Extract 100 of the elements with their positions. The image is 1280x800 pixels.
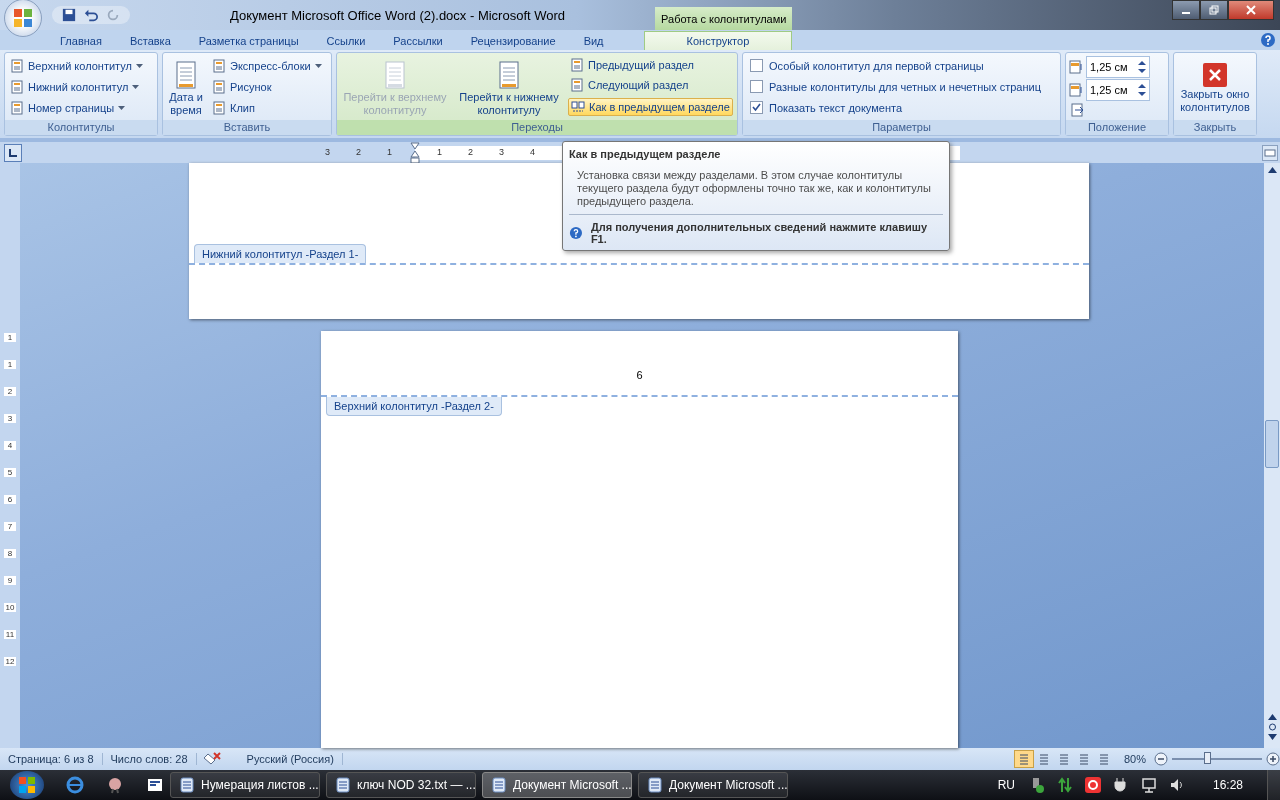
close-icon (1202, 61, 1228, 88)
spin-field[interactable]: 1,25 см (1086, 79, 1150, 102)
ribbon-tab[interactable]: Рецензирование (456, 32, 570, 50)
app-icon (335, 777, 351, 793)
save-icon[interactable] (62, 8, 76, 22)
power-plug-icon[interactable] (1112, 777, 1129, 793)
page-view-icon (1037, 753, 1050, 765)
volume-icon[interactable] (1168, 777, 1185, 793)
ribbon-button[interactable]: Нижний колонтитул (8, 78, 145, 95)
taskbar-button[interactable]: Документ Microsoft ... (482, 772, 632, 798)
taskbar-button[interactable]: Документ Microsoft ... (638, 772, 788, 798)
office-button[interactable] (4, 0, 42, 37)
ribbon-tab[interactable]: Главная (46, 32, 116, 50)
ribbon-tab[interactable]: Рассылки (379, 32, 457, 50)
undo-icon[interactable] (84, 8, 98, 22)
network-arrows-icon[interactable] (1056, 777, 1073, 793)
document-icon (10, 79, 24, 94)
taskbar-button[interactable]: Нумерация листов ... (170, 772, 320, 798)
window-title: Документ Microsoft Office Word (2).docx - Microsoft Word (230, 7, 566, 23)
clock[interactable]: 16:28 (1212, 778, 1243, 792)
ribbon-tab[interactable]: Вид (569, 32, 618, 50)
document-icon (570, 78, 584, 93)
ruler-number: 3 (499, 146, 504, 157)
ribbon-button[interactable]: Клип (210, 99, 324, 116)
restore-button[interactable] (1200, 0, 1228, 20)
document-icon (10, 58, 24, 73)
spin-field[interactable]: 1,25 см (1086, 55, 1150, 78)
ruler-number: 2 (4, 387, 16, 396)
footer-label: Нижний колонтитул -Раздел 1- (194, 244, 367, 263)
ruler-number: 4 (4, 441, 16, 450)
ribbon-button[interactable]: Предыдущий раздел (568, 57, 733, 74)
minimize-icon (1182, 12, 1190, 14)
antivirus-icon[interactable] (1084, 777, 1101, 793)
document-icon (212, 100, 226, 115)
ribbon-large-button[interactable]: Дата и время (166, 56, 206, 117)
ruler-number: 2 (468, 146, 473, 157)
align-tab-icon[interactable] (1071, 103, 1085, 118)
windows-logo-icon (18, 776, 36, 794)
help-icon[interactable] (1260, 32, 1276, 48)
ribbon-tab[interactable]: Разметка страницы (184, 32, 313, 50)
close-header-footer-button[interactable]: Закрыть окно колонтитулов (1177, 59, 1253, 114)
taskbar-button[interactable]: ключ NOD 32.txt — ... (326, 772, 476, 798)
spin-arrows-icon (1137, 58, 1146, 75)
scroll-up-icon (1267, 167, 1277, 173)
ruler-number: 12 (4, 657, 16, 666)
ruler-number: 1 (4, 333, 16, 342)
ruler-number: 4 (530, 146, 535, 157)
language-status[interactable]: Русский (Россия) (226, 753, 343, 765)
checkbox-label: Особый колонтитул для первой страницы (769, 59, 984, 72)
caret-icon (135, 63, 143, 68)
zoom-out-icon[interactable] (1154, 752, 1168, 766)
app-icon (647, 777, 663, 793)
tooltip-text: Установка связи между разделами. В этом случае колонтитулы текущего раздела будут оформлены точно так же, как и колонтитулы предыдущего раздела. (576, 169, 932, 208)
caret-icon (314, 63, 322, 68)
checkbox[interactable] (750, 59, 763, 72)
group-label: Положение (1066, 120, 1168, 135)
status-text[interactable]: Страница: 6 из 8 (0, 753, 103, 765)
tab-stop-selector[interactable] (4, 143, 22, 162)
ruler-number: 7 (4, 522, 16, 531)
office-logo-icon (12, 7, 34, 29)
document-icon (570, 58, 584, 73)
start-button[interactable] (10, 771, 44, 799)
checkbox[interactable] (750, 80, 763, 93)
minimize-button[interactable] (1172, 0, 1200, 20)
browser-icon[interactable] (66, 776, 84, 794)
ribbon-large-button[interactable]: Перейти к нижнему колонтитулу (454, 56, 564, 117)
vertical-scrollbar[interactable] (1264, 163, 1280, 748)
status-text[interactable]: Число слов: 28 (102, 753, 197, 765)
ribbon-button[interactable]: Экспресс-блоки (210, 57, 324, 74)
ribbon-tab[interactable]: Вставка (115, 32, 185, 50)
ribbon-button[interactable]: Верхний колонтитул (8, 57, 145, 74)
scroll-thumb[interactable] (1265, 419, 1279, 468)
ruler-number: 2 (356, 146, 361, 157)
ribbon-tab[interactable]: Ссылки (312, 32, 380, 50)
checkbox-label: Показать текст документа (769, 101, 902, 114)
group-label: Параметры (743, 120, 1060, 135)
close-button[interactable] (1228, 0, 1274, 20)
ribbon-button[interactable]: Следующий раздел (568, 77, 733, 94)
indent-marker-icon[interactable] (410, 141, 420, 164)
zoom-level[interactable]: 80% (1123, 753, 1146, 765)
ribbon-button[interactable]: Номер страницы (8, 99, 145, 116)
proofing-icon[interactable] (202, 752, 221, 766)
margin-icon (1069, 83, 1083, 98)
browse-object-icon[interactable] (1267, 714, 1277, 740)
ribbon-tab[interactable]: Конструктор (643, 31, 793, 50)
checkbox[interactable] (750, 101, 763, 114)
help-icon (569, 226, 583, 240)
link-icon (571, 99, 585, 114)
header-label: Верхний колонтитул -Раздел 2- (326, 397, 502, 416)
ribbon-toggle-button[interactable]: Как в предыдущем разделе (568, 97, 733, 116)
zoom-in-icon[interactable] (1266, 752, 1280, 766)
desktop-icon[interactable] (146, 776, 164, 794)
ruler-number: 9 (4, 576, 16, 585)
view-ruler-button[interactable] (1262, 144, 1278, 161)
app-icon (491, 777, 507, 793)
group-label: Закрыть (1174, 120, 1256, 135)
zoom-slider-thumb[interactable] (1204, 752, 1211, 764)
input-language[interactable]: RU (997, 778, 1015, 792)
ribbon-button[interactable]: Рисунок (210, 78, 324, 95)
network-icon[interactable] (1140, 777, 1157, 793)
